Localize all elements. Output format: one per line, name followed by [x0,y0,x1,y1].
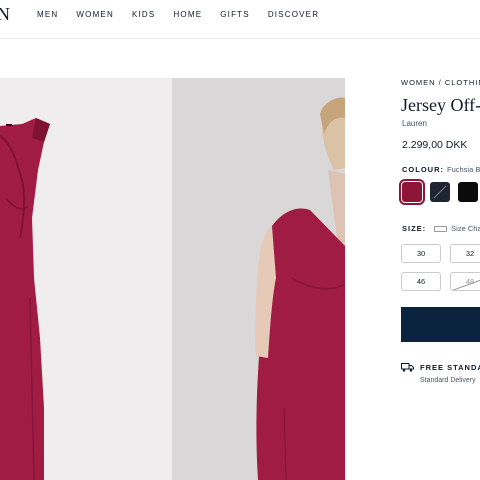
size-label: SIZE: [402,224,427,233]
nav-discover[interactable]: DISCOVER [268,10,319,19]
shipping-info: FREE STANDAR [401,363,480,372]
swatch-navy[interactable] [430,182,450,202]
shipping-subtitle: Standard Delivery [420,377,476,384]
colour-value: Fuchsia Be [447,165,480,174]
header-divider [0,38,480,39]
swatch-fuchsia[interactable] [399,179,425,205]
product-image-front[interactable] [0,78,172,480]
truck-icon [401,363,414,372]
nav-kids[interactable]: KIDS [132,10,155,19]
product-price: 2.299,00 DKK [402,139,468,151]
size-chart-link[interactable]: Size Chart [451,224,480,233]
swatch-slash-icon [433,185,447,199]
add-to-bag-button[interactable] [401,307,480,342]
nav-home[interactable]: HOME [173,10,202,19]
colour-selector-label: COLOUR:Fuchsia Be [402,165,480,174]
product-title: Jersey Off- [401,95,480,115]
nav-women[interactable]: WOMEN [76,10,114,19]
main-nav: MEN WOMEN KIDS HOME GIFTS DISCOVER [37,10,319,19]
product-brand[interactable]: Lauren [402,119,427,128]
product-image-model[interactable] [172,78,345,480]
breadcrumb[interactable]: WOMEN / CLOTHING [401,78,480,87]
size-selector-label: SIZE: Size Chart [402,224,480,233]
ruler-icon [434,225,448,232]
size-option-48-unavailable[interactable]: 48 [450,272,480,291]
nav-men[interactable]: MEN [37,10,58,19]
size-option-46[interactable]: 46 [401,272,441,291]
colour-label: COLOUR: [402,165,444,174]
brand-logo[interactable]: N [0,4,10,25]
nav-gifts[interactable]: GIFTS [220,10,250,19]
size-option-32[interactable]: 32 [450,244,480,263]
swatch-black[interactable] [458,182,478,202]
size-option-30[interactable]: 30 [401,244,441,263]
model-illustration [255,97,345,480]
shipping-title: FREE STANDAR [420,363,480,372]
dress-illustration [0,118,50,480]
